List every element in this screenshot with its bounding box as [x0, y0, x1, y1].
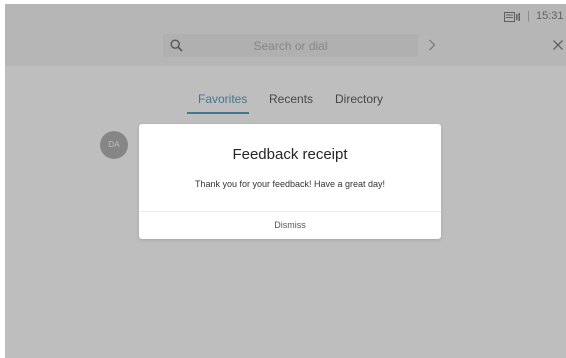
dialog-message: Thank you for your feedback! Have a grea… [194, 179, 386, 189]
app-window: | 15:31 Search or dial Favorites Recents… [5, 4, 566, 358]
dismiss-button[interactable]: Dismiss [139, 212, 441, 239]
dialog-title: Feedback receipt [232, 146, 348, 163]
feedback-dialog: Feedback receipt Thank you for your feed… [139, 124, 441, 239]
